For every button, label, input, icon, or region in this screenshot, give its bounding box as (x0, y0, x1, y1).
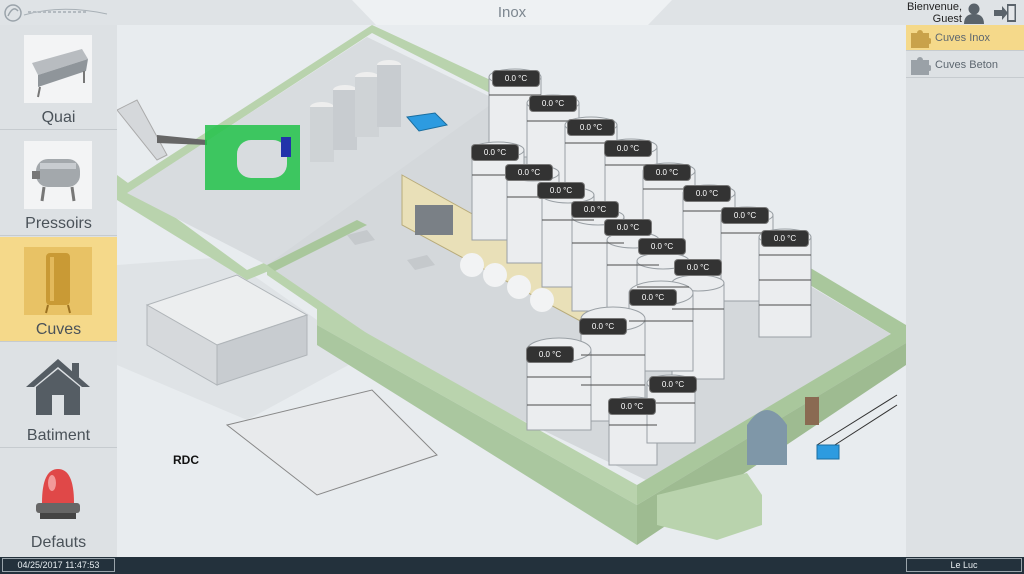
building-scene: 0.0 °C 0.0 °C 0.0 °C 0.0 °C 0.0 °C 0.0 °… (117, 25, 906, 557)
tank-array (471, 68, 812, 466)
user-name: Guest (932, 13, 962, 25)
tank-temperature[interactable]: 0.0 °C (684, 186, 730, 201)
site-name: Le Luc (906, 558, 1022, 572)
nav-item-defauts[interactable]: Defauts (0, 449, 117, 554)
tank-temperature[interactable]: 0.0 °C (639, 239, 685, 254)
tank-temperature[interactable]: 0.0 °C (572, 202, 618, 217)
tank-temperature[interactable]: 0.0 °C (675, 260, 721, 275)
nav-label: Batiment (26, 427, 91, 444)
status-bar: 04/25/2017 11:47:53 Le Luc (0, 557, 1024, 574)
cuves-inox-button[interactable]: Cuves Inox (906, 25, 1024, 51)
rp-label: Cuves Beton (935, 59, 998, 71)
alarm-beacon-icon (36, 469, 80, 519)
datetime-display: 04/25/2017 11:47:53 (2, 558, 115, 572)
nav-label: Defauts (30, 534, 87, 551)
nav-item-quai[interactable]: Quai (0, 25, 117, 130)
user-icon[interactable] (962, 2, 986, 24)
nav-label: Quai (41, 109, 76, 126)
page-title: Inox (497, 4, 527, 21)
tank-temperature[interactable]: 0.0 °C (605, 141, 651, 156)
left-nav: Quai Pressoirs Cuves Batiment Defauts (0, 25, 117, 557)
nav-item-pressoirs[interactable]: Pressoirs (0, 131, 117, 236)
tank-temperature[interactable]: 0.0 °C (650, 377, 696, 392)
floor-label: RDC (173, 453, 199, 467)
tank-temperature[interactable]: 0.0 °C (538, 183, 584, 198)
press-bin-icon (24, 35, 92, 103)
brand-logo-icon (4, 4, 108, 22)
tank-temperature[interactable]: 0.0 °C (493, 71, 539, 86)
tank-temperature[interactable]: 0.0 °C (722, 208, 768, 223)
tank-temperature[interactable]: 0.0 °C (605, 220, 651, 235)
cuves-beton-button[interactable]: Cuves Beton (906, 52, 1024, 78)
logout-icon[interactable] (992, 2, 1018, 24)
tank-temperature[interactable]: 0.0 °C (506, 165, 552, 180)
tank-temperature[interactable]: 0.0 °C (580, 319, 626, 334)
tank-icon (24, 247, 92, 315)
welcome-line: Bienvenue, (906, 1, 962, 13)
tank-temperature[interactable]: 0.0 °C (609, 399, 655, 414)
tank-temperature[interactable]: 0.0 °C (527, 347, 573, 362)
right-panel: Cuves Inox Cuves Beton (906, 25, 1024, 557)
nav-item-cuves[interactable]: Cuves (0, 237, 117, 342)
tank-temperature[interactable]: 0.0 °C (472, 145, 518, 160)
rp-label: Cuves Inox (935, 32, 991, 44)
puzzle-icon (911, 30, 931, 48)
tank-temperature[interactable]: 0.0 °C (630, 290, 676, 305)
welcome-text: Bienvenue, Guest (907, 1, 962, 25)
tank-temperature[interactable]: 0.0 °C (530, 96, 576, 111)
nav-label: Cuves (35, 321, 82, 338)
nav-item-batiment[interactable]: Batiment (0, 343, 117, 448)
tank-temperature[interactable]: 0.0 °C (762, 231, 808, 246)
house-icon (26, 359, 90, 415)
tank-temperature[interactable]: 0.0 °C (568, 120, 614, 135)
wine-press-icon (24, 141, 92, 209)
tank-temperature[interactable]: 0.0 °C (644, 165, 690, 180)
puzzle-icon (911, 57, 931, 75)
nav-label: Pressoirs (25, 215, 92, 232)
